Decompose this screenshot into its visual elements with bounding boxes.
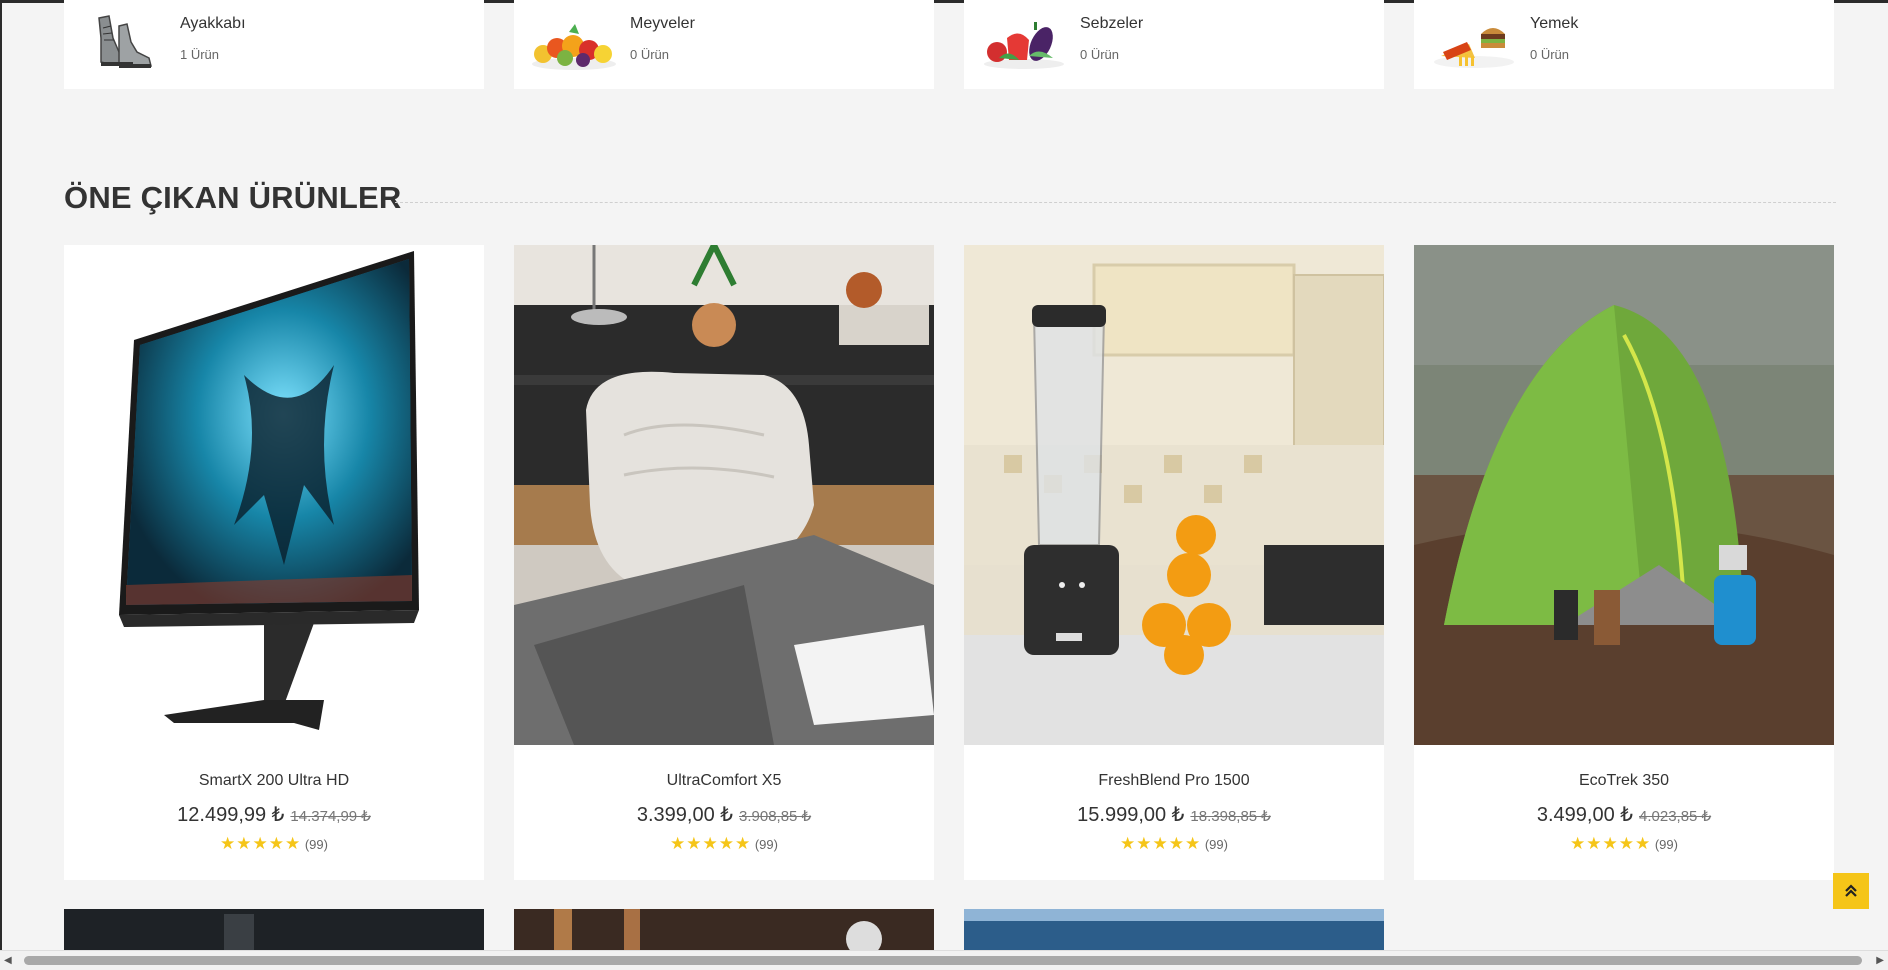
- current-price: 12.499,99 ₺: [177, 804, 285, 826]
- product-rating: ★★★★★ (99): [964, 834, 1384, 854]
- product-image-partial: [514, 909, 934, 951]
- double-chevron-up-icon: [1845, 884, 1857, 897]
- product-card-partial[interactable]: [964, 909, 1384, 951]
- review-count: (99): [304, 837, 328, 852]
- product-name[interactable]: SmartX 200 Ultra HD: [64, 772, 484, 790]
- category-title[interactable]: Yemek: [1530, 15, 1578, 33]
- product-card[interactable]: SmartX 200 Ultra HD 12.499,99 ₺ 14.374,99…: [64, 245, 484, 880]
- scroll-right-icon[interactable]: ▶: [1876, 955, 1884, 966]
- product-name[interactable]: EcoTrek 350: [1414, 772, 1834, 790]
- scroll-left-icon[interactable]: ◀: [4, 955, 12, 966]
- product-price: 3.499,00 ₺ 4.023,85 ₺: [1414, 802, 1834, 827]
- current-price: 3.399,00 ₺: [636, 804, 734, 826]
- review-count: (99): [1654, 837, 1678, 852]
- current-price: 3.499,00 ₺: [1536, 804, 1634, 826]
- category-title[interactable]: Sebzeler: [1080, 15, 1143, 33]
- star-rating-icon: ★★★★★: [670, 834, 752, 853]
- horizontal-scrollbar[interactable]: ◀ ▶: [0, 950, 1888, 970]
- product-image-tent: [1414, 245, 1834, 745]
- product-name[interactable]: FreshBlend Pro 1500: [964, 772, 1384, 790]
- vegetables-image: [984, 22, 1064, 69]
- star-rating-icon: ★★★★★: [1120, 834, 1202, 853]
- product-image-partial: [964, 909, 1384, 951]
- category-card-shoes[interactable]: Ayakkabı 1 Ürün: [64, 0, 484, 89]
- product-image-partial: [64, 909, 484, 951]
- review-count: (99): [754, 837, 778, 852]
- category-card-vegetables[interactable]: Sebzeler 0 Ürün: [964, 0, 1384, 89]
- scroll-to-top-button[interactable]: [1833, 873, 1869, 909]
- category-row: Ayakkabı 1 Ürün Meyveler 0 Ürün Sebzeler: [64, 0, 1836, 89]
- product-image-chair: [514, 245, 934, 745]
- old-price: 18.398,85 ₺: [1190, 808, 1271, 825]
- old-price: 14.374,99 ₺: [290, 808, 371, 825]
- food-image: [1434, 28, 1514, 68]
- product-price: 15.999,00 ₺ 18.398,85 ₺: [964, 802, 1384, 827]
- old-price: 4.023,85 ₺: [1639, 808, 1712, 825]
- product-image-monitor: [64, 245, 484, 745]
- current-price: 15.999,00 ₺: [1077, 804, 1185, 826]
- category-card-food[interactable]: Yemek 0 Ürün: [1414, 0, 1834, 89]
- featured-products-row: SmartX 200 Ultra HD 12.499,99 ₺ 14.374,99…: [64, 245, 1836, 880]
- category-count: 0 Ürün: [1080, 47, 1120, 62]
- section-divider: [395, 202, 1836, 203]
- section-title: ÖNE ÇIKAN ÜRÜNLER: [64, 180, 402, 215]
- category-title[interactable]: Meyveler: [630, 15, 695, 33]
- category-title[interactable]: Ayakkabı: [180, 15, 246, 33]
- product-rating: ★★★★★ (99): [64, 834, 484, 854]
- review-count: (99): [1204, 837, 1228, 852]
- scrollbar-thumb[interactable]: [24, 956, 1862, 965]
- product-image-blender: [964, 245, 1384, 745]
- category-count: 0 Ürün: [1530, 47, 1570, 62]
- category-count: 1 Ürün: [180, 47, 220, 62]
- star-rating-icon: ★★★★★: [1570, 834, 1652, 853]
- window-left-border: [0, 0, 2, 969]
- shoes-image: [98, 15, 152, 68]
- product-rating: ★★★★★ (99): [514, 834, 934, 854]
- product-rating: ★★★★★ (99): [1414, 834, 1834, 854]
- category-card-fruits[interactable]: Meyveler 0 Ürün: [514, 0, 934, 89]
- old-price: 3.908,85 ₺: [739, 808, 812, 825]
- fruits-image: [532, 24, 616, 70]
- product-card[interactable]: UltraComfort X5 3.399,00 ₺ 3.908,85 ₺ ★★★…: [514, 245, 934, 880]
- product-price: 3.399,00 ₺ 3.908,85 ₺: [514, 802, 934, 827]
- product-card[interactable]: FreshBlend Pro 1500 15.999,00 ₺ 18.398,85…: [964, 245, 1384, 880]
- featured-products-row-2: [64, 909, 1384, 951]
- product-card-partial[interactable]: [64, 909, 484, 951]
- category-count: 0 Ürün: [630, 47, 670, 62]
- product-card-partial[interactable]: [514, 909, 934, 951]
- star-rating-icon: ★★★★★: [220, 834, 302, 853]
- product-price: 12.499,99 ₺ 14.374,99 ₺: [64, 802, 484, 827]
- product-card[interactable]: EcoTrek 350 3.499,00 ₺ 4.023,85 ₺ ★★★★★ (…: [1414, 245, 1834, 880]
- product-name[interactable]: UltraComfort X5: [514, 772, 934, 790]
